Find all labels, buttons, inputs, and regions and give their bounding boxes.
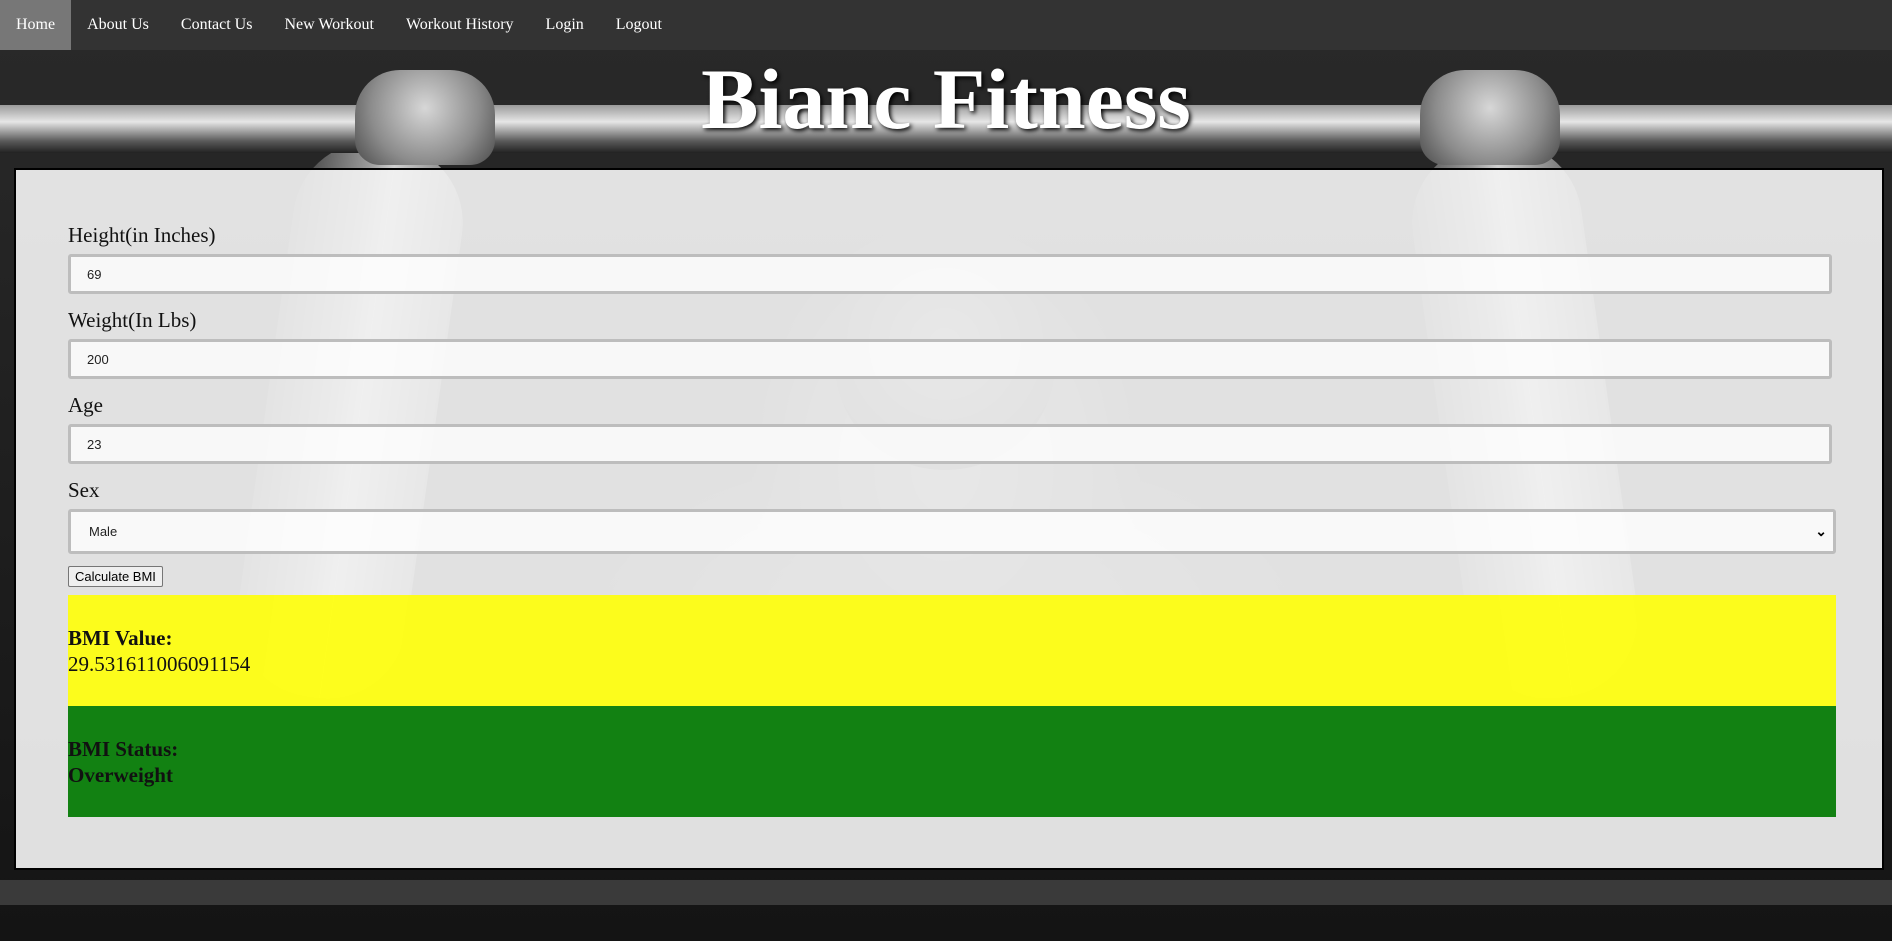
sex-select[interactable]: Male ⌄ bbox=[68, 509, 1836, 554]
calculate-bmi-button[interactable]: Calculate BMI bbox=[68, 566, 163, 587]
bmi-form: Height(in Inches) Weight(In Lbs) Age Sex… bbox=[68, 220, 1836, 817]
sex-selected-value: Male bbox=[89, 524, 118, 539]
nav-home[interactable]: Home bbox=[0, 0, 72, 50]
bmi-value: 29.531611006091154 bbox=[68, 652, 251, 676]
bmi-value-box: BMI Value: 29.531611006091154 bbox=[68, 595, 1836, 706]
height-label: Height(in Inches) bbox=[68, 223, 216, 247]
nav-about-us[interactable]: About Us bbox=[71, 0, 165, 50]
bmi-calculator-panel: Height(in Inches) Weight(In Lbs) Age Sex… bbox=[14, 168, 1884, 870]
nav-login[interactable]: Login bbox=[530, 0, 600, 50]
bmi-status: Overweight bbox=[68, 763, 173, 787]
weight-label: Weight(In Lbs) bbox=[68, 308, 197, 332]
top-navbar: Home About Us Contact Us New Workout Wor… bbox=[0, 0, 1892, 50]
sex-label: Sex bbox=[68, 478, 100, 502]
bmi-status-box: BMI Status: Overweight bbox=[68, 706, 1836, 817]
weight-input[interactable] bbox=[68, 339, 1832, 379]
age-input[interactable] bbox=[68, 424, 1832, 464]
site-title: Bianc Fitness bbox=[701, 51, 1191, 147]
nav-new-workout[interactable]: New Workout bbox=[268, 0, 390, 50]
nav-contact-us[interactable]: Contact Us bbox=[165, 0, 269, 50]
bmi-status-label: BMI Status: bbox=[68, 737, 179, 761]
bmi-value-label: BMI Value: bbox=[68, 626, 173, 650]
chevron-down-icon: ⌄ bbox=[1815, 523, 1827, 539]
background-beam bbox=[0, 880, 1892, 905]
nav-workout-history[interactable]: Workout History bbox=[390, 0, 530, 50]
nav-logout[interactable]: Logout bbox=[600, 0, 678, 50]
age-label: Age bbox=[68, 393, 103, 417]
height-input[interactable] bbox=[68, 254, 1832, 294]
